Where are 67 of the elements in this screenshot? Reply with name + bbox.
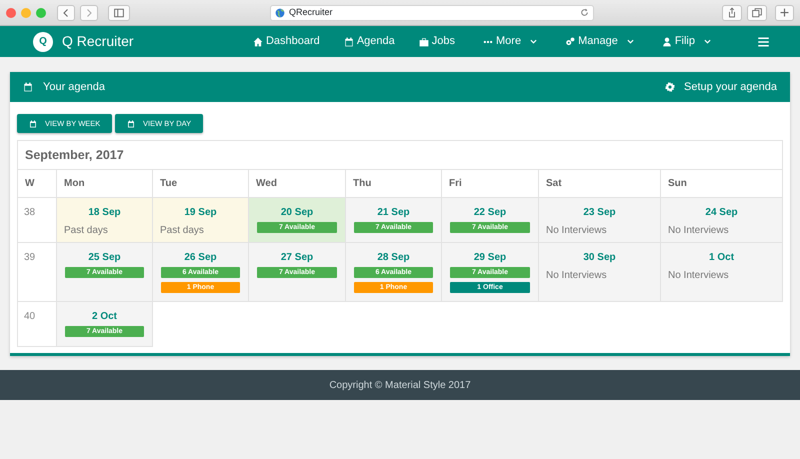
share-button[interactable] xyxy=(722,4,742,20)
user-icon xyxy=(662,36,672,46)
day-date: 22 Sep xyxy=(472,206,508,220)
day-date: 21 Sep xyxy=(376,206,411,220)
calendar-icon xyxy=(29,120,37,128)
day-cell[interactable]: 23 Sep No Interviews xyxy=(538,198,660,242)
day-date: 27 Sep xyxy=(280,251,314,265)
menu-icon xyxy=(757,36,770,48)
plus-icon xyxy=(780,8,789,17)
day-note: No Interviews xyxy=(667,269,730,283)
day-cell[interactable]: 30 Sep No Interviews xyxy=(538,242,660,302)
reload-icon[interactable] xyxy=(580,8,589,17)
calendar-icon xyxy=(23,82,33,92)
day-cell[interactable]: 24 Sep No Interviews xyxy=(660,198,783,242)
day-date: 19 Sep xyxy=(183,206,218,220)
day-date: 30 Sep xyxy=(582,251,617,265)
sidebar-button[interactable] xyxy=(108,4,130,20)
nav-link[interactable]: Filip xyxy=(662,33,711,50)
day-cell[interactable]: 1 Oct No Interviews xyxy=(660,242,783,302)
day-date: 2 Oct xyxy=(90,310,118,324)
day-note: No Interviews xyxy=(667,224,730,238)
day-note: No Interviews xyxy=(545,269,608,283)
briefcase-icon xyxy=(418,36,429,46)
forward-icon xyxy=(84,8,92,18)
tabs-button[interactable] xyxy=(747,4,768,20)
calendar-icon xyxy=(344,36,354,46)
day-date: 25 Sep xyxy=(87,251,122,265)
day-date: 29 Sep xyxy=(472,251,508,265)
footer-text: Copyright © Material Style 2017 xyxy=(0,370,800,400)
calendar-icon xyxy=(127,120,136,128)
column-header: W xyxy=(18,170,56,198)
day-date: 28 Sep xyxy=(376,251,411,265)
day-date: 24 Sep xyxy=(704,206,739,220)
back-icon xyxy=(62,8,70,18)
day-cell[interactable]: 19 Sep Past days xyxy=(152,198,248,242)
globe-icon xyxy=(275,8,285,18)
nav-link[interactable]: Dashboard xyxy=(252,33,320,50)
day-cell[interactable]: 18 Sep Past days xyxy=(56,198,152,242)
share-icon xyxy=(727,7,738,18)
new-tab-button[interactable] xyxy=(775,4,794,20)
day-date: 1 Oct xyxy=(708,251,736,265)
nav-link[interactable]: More xyxy=(483,33,538,50)
back-button[interactable] xyxy=(56,4,74,20)
day-note: Past days xyxy=(63,224,109,238)
day-date: 18 Sep xyxy=(87,206,122,220)
menu-button[interactable] xyxy=(757,36,770,48)
card-title: Your agenda xyxy=(43,80,105,95)
address-text: QRecruiter xyxy=(289,6,333,19)
close-button[interactable] xyxy=(6,8,16,18)
nav-link[interactable]: Agenda xyxy=(344,33,395,50)
day-date: 23 Sep xyxy=(582,206,617,220)
logo[interactable]: Q xyxy=(33,32,53,52)
tabs-icon xyxy=(752,8,762,18)
setup-link[interactable]: Setup your agenda xyxy=(665,78,777,96)
address-bar[interactable]: QRecruiter xyxy=(270,4,594,20)
day-note: Past days xyxy=(159,224,205,238)
brand-name[interactable]: Q Recruiter xyxy=(62,31,134,52)
day-note: No Interviews xyxy=(545,224,608,238)
day-date: 26 Sep xyxy=(183,251,218,265)
home-icon xyxy=(252,36,263,46)
nav-link[interactable]: Jobs xyxy=(418,33,455,50)
nav-link[interactable]: Manage xyxy=(565,33,634,50)
gear-icon xyxy=(665,82,676,92)
sidebar-icon xyxy=(113,8,125,18)
day-date: 20 Sep xyxy=(280,206,314,220)
month-title: September, 2017 xyxy=(18,140,783,170)
gears-icon xyxy=(565,36,576,46)
